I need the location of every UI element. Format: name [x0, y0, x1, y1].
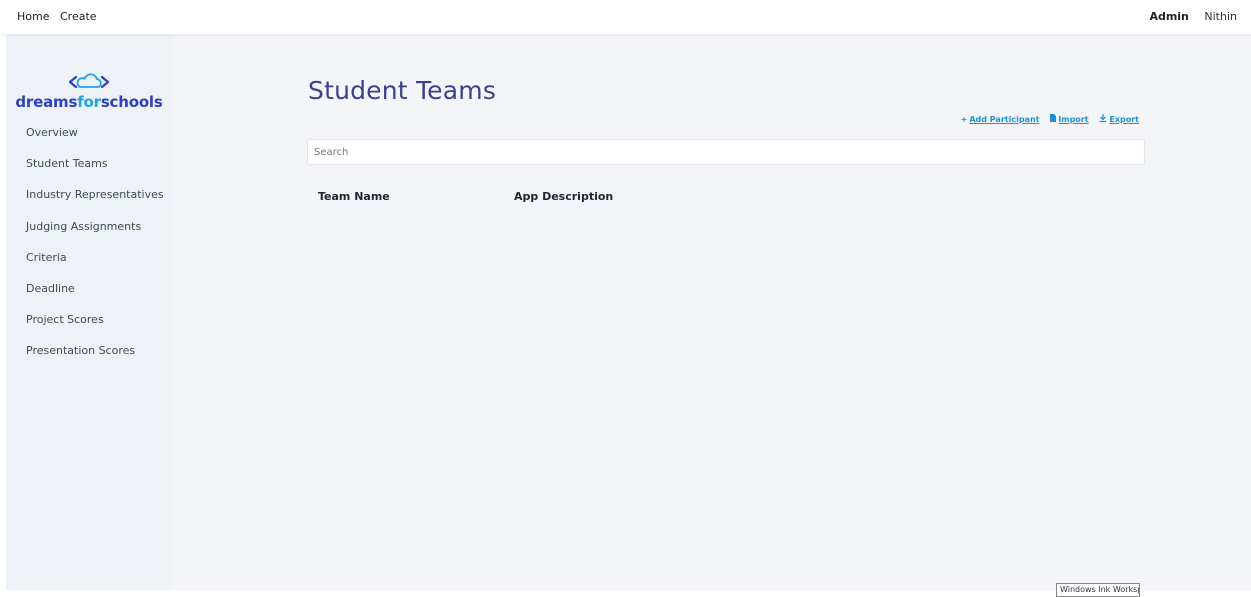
nav-create-link[interactable]: Create	[60, 10, 97, 23]
logo-text-for: for	[77, 93, 101, 111]
sidebar-nav: Overview Student Teams Industry Represen…	[26, 126, 164, 376]
user-name[interactable]: Nithin	[1204, 10, 1237, 23]
sidebar-item-deadline[interactable]: Deadline	[26, 282, 164, 313]
sidebar-item-industry-representatives[interactable]: Industry Representatives	[26, 188, 164, 219]
add-participant-label: Add Participant	[969, 115, 1040, 124]
taskbar-tooltip: Windows Ink Workspace	[1056, 583, 1140, 597]
logo-text-schools: schools	[100, 93, 163, 111]
export-label: Export	[1109, 115, 1139, 124]
sidebar-item-judging-assignments[interactable]: Judging Assignments	[26, 220, 164, 251]
column-header-team-name[interactable]: Team Name	[318, 190, 390, 203]
plus-icon: +	[960, 115, 968, 124]
nav-home-link[interactable]: Home	[17, 10, 49, 23]
logo-wordmark: dreamsforschools	[6, 93, 172, 111]
sidebar-item-criteria[interactable]: Criteria	[26, 251, 164, 282]
export-link[interactable]: Export	[1099, 114, 1139, 124]
add-participant-link[interactable]: + Add Participant	[961, 115, 1040, 124]
main-content: Student Teams + Add Participant Import Ex…	[172, 34, 1251, 590]
top-navbar: Home Create Admin Nithin	[0, 0, 1251, 34]
user-area: Admin Nithin	[1149, 10, 1237, 23]
sidebar: dreamsforschools Overview Student Teams …	[6, 34, 172, 590]
column-header-app-description[interactable]: App Description	[514, 190, 613, 203]
sidebar-item-overview[interactable]: Overview	[26, 126, 164, 157]
logo-text-dreams: dreams	[15, 93, 78, 111]
download-icon	[1099, 114, 1107, 122]
action-links: + Add Participant Import Export	[953, 114, 1139, 124]
import-link[interactable]: Import	[1050, 114, 1089, 124]
cloud-code-icon	[68, 73, 110, 89]
sidebar-item-project-scores[interactable]: Project Scores	[26, 313, 164, 344]
page-title: Student Teams	[308, 76, 497, 105]
admin-role-label[interactable]: Admin	[1149, 10, 1188, 23]
sidebar-item-presentation-scores[interactable]: Presentation Scores	[26, 344, 164, 375]
top-nav-links: Home Create	[17, 10, 104, 23]
sidebar-item-student-teams[interactable]: Student Teams	[26, 157, 164, 188]
file-icon	[1050, 114, 1057, 122]
import-label: Import	[1058, 115, 1089, 124]
search-input[interactable]	[307, 139, 1145, 165]
logo[interactable]: dreamsforschools	[6, 72, 172, 111]
